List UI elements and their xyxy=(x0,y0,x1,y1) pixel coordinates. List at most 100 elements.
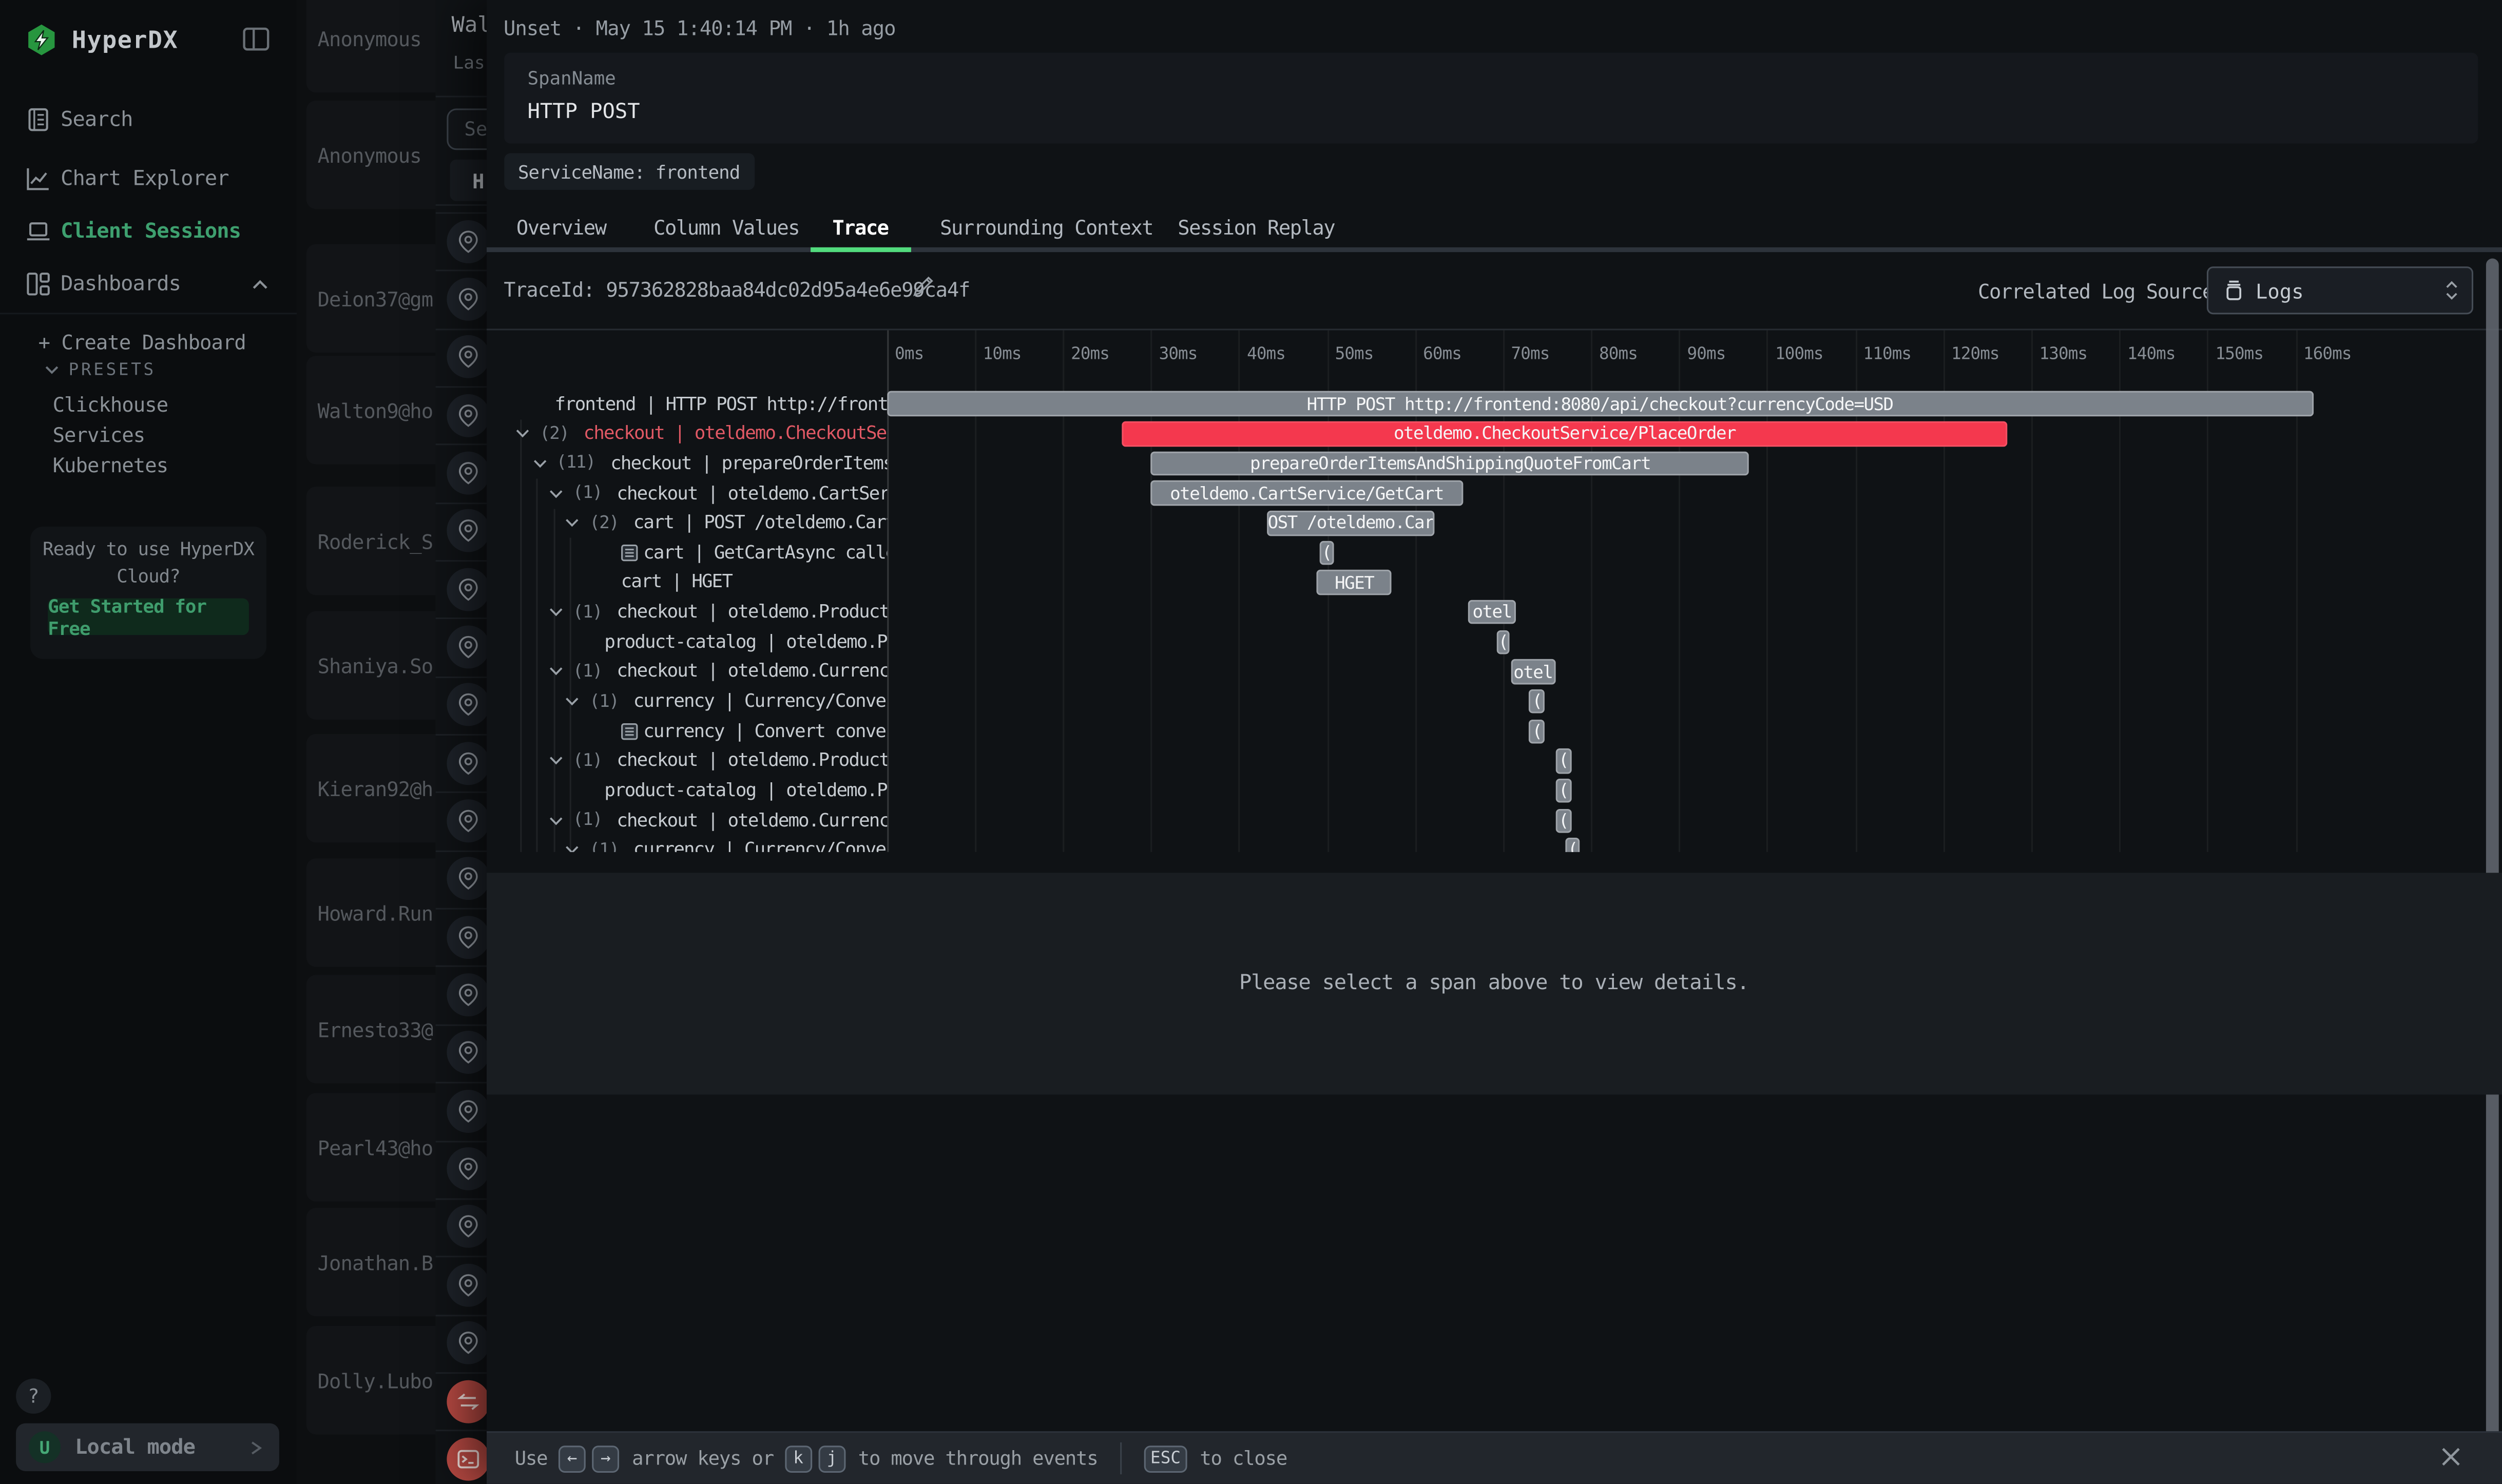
tab-session-replay[interactable]: Session Replay xyxy=(1178,207,1335,247)
chevron-down-icon[interactable] xyxy=(549,486,563,500)
event-icon-pin[interactable] xyxy=(447,1031,487,1074)
chevron-down-icon[interactable] xyxy=(516,427,530,441)
trace-tree-row[interactable]: (1)currency | Currency/Convert xyxy=(486,835,887,851)
span-bar[interactable]: ( xyxy=(1529,689,1546,714)
span-bar[interactable]: otel xyxy=(1468,600,1516,625)
chevron-down-icon[interactable] xyxy=(566,516,580,530)
session-card[interactable]: Deion37@gm xyxy=(306,244,437,353)
session-search-input[interactable]: Sea xyxy=(447,108,487,150)
event-icon-pin[interactable] xyxy=(447,1263,487,1306)
event-icon-terminal[interactable] xyxy=(447,1437,487,1480)
trace-tree-row[interactable]: (2)cart | POST /oteldemo.CartSe… xyxy=(486,508,887,538)
trace-tree-row[interactable]: (1)currency | Currency/Convert xyxy=(486,687,887,717)
session-filter-chip[interactable]: H xyxy=(450,160,487,201)
trace-tree-row[interactable]: cart | HGET xyxy=(486,568,887,598)
event-icon-pin[interactable] xyxy=(447,335,487,378)
trace-tree-row[interactable]: cart | GetCartAsync called… xyxy=(486,538,887,568)
session-card[interactable]: Shaniya.So xyxy=(306,611,437,720)
span-bar[interactable]: oteldemo.CartService/GetCart xyxy=(1151,481,1462,506)
span-bar[interactable]: prepareOrderItemsAndShippingQuoteFromCar… xyxy=(1151,451,1749,476)
sidebar-item-chart-explorer[interactable]: Chart Explorer xyxy=(0,160,297,198)
help-button[interactable]: ? xyxy=(16,1379,51,1414)
event-icon-pin[interactable] xyxy=(447,915,487,958)
session-card[interactable]: Kieran92@h xyxy=(306,734,437,842)
session-card[interactable]: Jonathan.B xyxy=(306,1208,437,1316)
sidebar-item-clickhouse[interactable]: Clickhouse xyxy=(53,393,168,417)
vertical-scrollbar[interactable] xyxy=(2486,259,2498,1476)
event-icon-pin[interactable] xyxy=(447,451,487,494)
trace-tree-row[interactable]: product-catalog | oteldemo.Prod… xyxy=(486,776,887,805)
event-icon-pin[interactable] xyxy=(447,799,487,842)
chevron-down-icon[interactable] xyxy=(532,456,547,471)
event-icon-pin[interactable] xyxy=(447,1147,487,1190)
event-icon-pin[interactable] xyxy=(447,1205,487,1248)
event-icon-pin[interactable] xyxy=(447,857,487,900)
session-card[interactable]: Dolly.Lubo xyxy=(306,1326,437,1434)
event-icon-pin[interactable] xyxy=(447,219,487,262)
trace-tree-row[interactable]: (1)checkout | oteldemo.CurrencySe… xyxy=(486,805,887,835)
trace-tree-row[interactable]: currency | Convert convers… xyxy=(486,716,887,746)
event-icon-swap[interactable] xyxy=(447,1379,487,1422)
session-card[interactable]: Ernesto33@ xyxy=(306,975,437,1083)
trace-tree-row[interactable]: (11)checkout | prepareOrderItemsAnd… xyxy=(486,449,887,478)
collapse-sidebar-icon[interactable] xyxy=(242,27,270,51)
logo[interactable]: HyperDX xyxy=(24,21,179,59)
sidebar-item-search[interactable]: Search xyxy=(0,101,297,139)
event-icon-pin[interactable] xyxy=(447,567,487,610)
user-menu[interactable]: U Local mode xyxy=(16,1423,279,1471)
event-icon-pin[interactable] xyxy=(447,741,487,784)
event-icon-pin[interactable] xyxy=(447,277,487,320)
event-icon-pin[interactable] xyxy=(447,625,487,668)
span-bar[interactable]: ( xyxy=(1555,748,1572,773)
span-bar[interactable]: ( xyxy=(1319,541,1334,565)
event-icon-pin[interactable] xyxy=(447,973,487,1016)
event-icon-pin[interactable] xyxy=(447,509,487,552)
chevron-down-icon[interactable] xyxy=(566,843,580,851)
chevron-down-icon[interactable] xyxy=(549,605,563,620)
span-bar[interactable]: ( xyxy=(1555,778,1572,803)
span-bar[interactable]: ( xyxy=(1496,630,1510,654)
presets-toggle[interactable]: PRESETS xyxy=(45,360,156,379)
chevron-down-icon[interactable] xyxy=(549,754,563,768)
tab-surrounding-context[interactable]: Surrounding Context xyxy=(940,207,1153,247)
create-dashboard-button[interactable]: + Create Dashboard xyxy=(39,330,246,354)
trace-tree-row[interactable]: (2)checkout | oteldemo.CheckoutServic… xyxy=(486,419,887,449)
trace-tree-row[interactable]: product-catalog | oteldemo.Prod… xyxy=(486,627,887,657)
chevron-down-icon[interactable] xyxy=(549,665,563,679)
span-bar[interactable]: HTTP POST http://frontend:8080/api/check… xyxy=(887,392,2313,416)
trace-tree-row[interactable]: (1)checkout | oteldemo.CurrencySe… xyxy=(486,657,887,687)
trace-tree-row[interactable]: (1)checkout | oteldemo.CartServic… xyxy=(486,478,887,508)
span-bar[interactable]: POST /oteldemo.Cart xyxy=(1267,511,1434,535)
span-bar[interactable]: ( xyxy=(1566,838,1580,851)
tab-column-values[interactable]: Column Values xyxy=(653,207,799,247)
event-icon-pin[interactable] xyxy=(447,1321,487,1364)
trace-tree-row[interactable]: (1)checkout | oteldemo.ProductCat… xyxy=(486,746,887,776)
get-started-button[interactable]: Get Started for Free xyxy=(48,599,249,635)
chevron-down-icon[interactable] xyxy=(549,813,563,827)
tab-trace[interactable]: Trace xyxy=(832,207,888,247)
sidebar-item-client-sessions[interactable]: Client Sessions xyxy=(0,212,297,250)
span-bar[interactable]: ( xyxy=(1555,808,1572,833)
tab-overview[interactable]: Overview xyxy=(516,207,606,247)
event-icon-pin[interactable] xyxy=(447,683,487,726)
span-bar[interactable]: ( xyxy=(1529,719,1546,743)
edit-icon[interactable] xyxy=(911,275,935,299)
span-bar[interactable]: oteldemo.CheckoutService/PlaceOrder xyxy=(1122,421,2007,446)
session-card[interactable]: Roderick_S xyxy=(306,487,437,595)
event-icon-pin[interactable] xyxy=(447,1089,487,1132)
event-icon-pin[interactable] xyxy=(447,393,487,436)
session-card[interactable]: Anonymous xyxy=(306,101,437,209)
sidebar-item-dashboards[interactable]: Dashboards xyxy=(0,265,297,303)
close-icon[interactable] xyxy=(2436,1442,2465,1471)
session-card[interactable]: Howard.Run xyxy=(306,858,437,967)
span-bar[interactable]: otel xyxy=(1511,660,1555,684)
session-card[interactable]: Walton9@ho xyxy=(306,356,437,464)
chevron-down-icon[interactable] xyxy=(566,694,580,708)
trace-tree-row[interactable]: frontend | HTTP POST http://frontend:… xyxy=(486,389,887,419)
trace-tree-row[interactable]: (1)checkout | oteldemo.ProductCat… xyxy=(486,598,887,627)
sidebar-item-kubernetes[interactable]: Kubernetes xyxy=(53,453,168,477)
session-card[interactable]: Anonymous xyxy=(306,0,437,92)
span-bar[interactable]: HGET xyxy=(1316,570,1392,595)
session-card[interactable]: Pearl43@ho xyxy=(306,1093,437,1201)
sidebar-item-services[interactable]: Services xyxy=(53,423,145,447)
